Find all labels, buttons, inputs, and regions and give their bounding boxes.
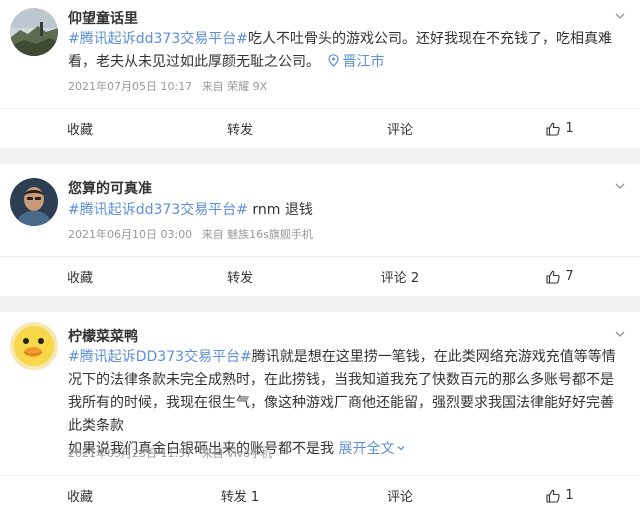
action-bar: 收藏 转发 评论 2 7	[0, 256, 640, 296]
location-label: 晋江市	[342, 54, 385, 70]
post-source: 来自 荣耀 9X	[201, 80, 268, 93]
hashtag-link[interactable]: #腾讯起诉DD373交易平台#	[68, 349, 252, 365]
post-text: #腾讯起诉DD373交易平台#腾讯就是想在这里捞一笔钱，在此类网络充游戏充值等等…	[68, 346, 624, 461]
chevron-down-icon[interactable]	[614, 328, 626, 340]
username[interactable]: 仰望童话里	[68, 8, 138, 28]
username[interactable]: 您算的可真准	[68, 178, 152, 198]
repost-button[interactable]: 转发	[160, 257, 320, 296]
chevron-down-icon	[397, 446, 405, 451]
post-card-3: 柠檬菜菜鸭 #腾讯起诉DD373交易平台#腾讯就是想在这里捞一笔钱，在此类网络充…	[0, 312, 640, 519]
chevron-down-icon[interactable]	[614, 10, 626, 22]
post-card-2: 您算的可真准 #腾讯起诉dd373交易平台# rnm 退钱 2021年06月10…	[0, 164, 640, 296]
repost-button[interactable]: 转发	[160, 109, 320, 148]
favorite-label: 收藏	[66, 490, 93, 505]
like-button[interactable]: 1	[480, 109, 640, 148]
favorite-label: 收藏	[66, 271, 93, 286]
avatar[interactable]	[10, 8, 58, 56]
hashtag-link[interactable]: #腾讯起诉dd373交易平台#	[68, 202, 248, 218]
post-meta: 2021年07月05日 10:17 来自 荣耀 9X	[68, 78, 267, 94]
avatar[interactable]	[10, 322, 58, 370]
location-link[interactable]: 晋江市	[324, 54, 384, 70]
action-bar: 收藏 转发 1 评论 1	[0, 475, 640, 515]
comment-button[interactable]: 评论	[320, 476, 480, 515]
avatar[interactable]	[10, 178, 58, 226]
like-count: 7	[565, 269, 574, 284]
username[interactable]: 柠檬菜菜鸭	[68, 326, 138, 346]
like-button[interactable]: 7	[480, 257, 640, 296]
expand-label: 展开全文	[338, 441, 395, 457]
thumbs-up-icon	[546, 489, 561, 503]
thumbs-up-icon	[546, 270, 561, 284]
favorite-button[interactable]: 收藏	[0, 476, 160, 515]
post-text: #腾讯起诉dd373交易平台# rnm 退钱	[68, 199, 624, 222]
comment-button[interactable]: 评论 2	[320, 257, 480, 296]
post-source: 来自 vivo手机	[201, 447, 272, 460]
comment-label: 评论	[386, 490, 413, 505]
repost-label: 转发	[226, 123, 253, 138]
post-date: 2021年07月05日 10:17	[68, 80, 193, 93]
post-date: 2021年05月23日 11:57	[68, 447, 193, 460]
post-body: rnm 退钱	[247, 202, 313, 218]
action-bar: 收藏 转发 评论 1	[0, 108, 640, 148]
thumbs-up-icon	[546, 122, 561, 136]
repost-label: 转发 1	[220, 490, 260, 505]
repost-button[interactable]: 转发 1	[160, 476, 320, 515]
favorite-label: 收藏	[66, 123, 93, 138]
favorite-button[interactable]: 收藏	[0, 109, 160, 148]
post-card-1: 仰望童话里 #腾讯起诉dd373交易平台#吃人不吐骨头的游戏公司。还好我现在不充…	[0, 0, 640, 148]
repost-label: 转发	[226, 271, 253, 286]
like-button[interactable]: 1	[480, 476, 640, 515]
location-pin-icon	[328, 54, 340, 67]
post-source: 来自 魅族16s旗舰手机	[201, 228, 313, 241]
chevron-down-icon[interactable]	[614, 180, 626, 192]
hashtag-link[interactable]: #腾讯起诉dd373交易平台#	[68, 31, 248, 47]
post-date: 2021年06月10日 03:00	[68, 228, 193, 241]
comment-label: 评论	[386, 123, 413, 138]
divider	[0, 148, 640, 164]
post-meta: 2021年06月10日 03:00 来自 魅族16s旗舰手机	[68, 226, 313, 242]
divider	[0, 296, 640, 312]
comment-button[interactable]: 评论	[320, 109, 480, 148]
like-count: 1	[565, 121, 574, 136]
like-count: 1	[565, 488, 574, 503]
expand-full-text-link[interactable]: 展开全文	[338, 441, 406, 457]
comment-label: 评论 2	[380, 271, 420, 286]
post-text: #腾讯起诉dd373交易平台#吃人不吐骨头的游戏公司。还好我现在不充钱了，吃相真…	[68, 28, 624, 74]
post-meta: 2021年05月23日 11:57 来自 vivo手机	[68, 445, 272, 461]
favorite-button[interactable]: 收藏	[0, 257, 160, 296]
